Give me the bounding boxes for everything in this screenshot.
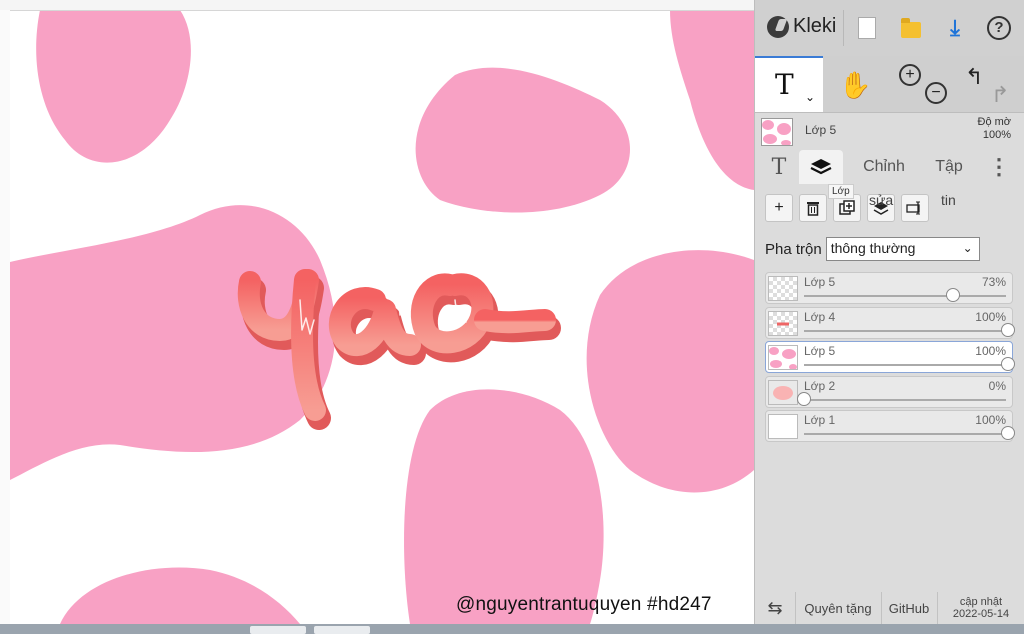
taskbar-item[interactable] (314, 626, 370, 634)
text-tool-button[interactable]: T ⌄ (755, 56, 823, 112)
layer-thumbnail (768, 379, 798, 405)
add-layer-button[interactable]: + (765, 194, 793, 222)
opacity-slider-track[interactable] (804, 433, 1006, 435)
layer-opacity: 100% (975, 413, 1006, 427)
layer-opacity: 100% (975, 309, 1006, 324)
top-toolbar: Kleki ⤓ ? (755, 0, 1024, 57)
opacity-slider-handle[interactable] (1001, 357, 1015, 371)
zoom-in-icon[interactable]: + (899, 64, 921, 86)
opacity-slider-handle[interactable] (797, 391, 811, 406)
kleki-logo[interactable]: Kleki (767, 15, 836, 38)
update-label: cập nhật (959, 596, 1003, 608)
canvas-artwork (10, 10, 754, 624)
layer-thumbnail (768, 414, 798, 439)
help-icon: ? (987, 16, 1011, 40)
opacity-label: Độ mờ (977, 116, 1012, 128)
layer-name: Lớp 2 (804, 378, 836, 393)
download-icon: ⤓ (950, 15, 960, 40)
sidebar-footer: ⇆ Quyên tặng GitHub cập nhật 2022-05-14 (755, 592, 1024, 624)
panel-tabs: T Chỉnh Tập ⋮ (755, 150, 1024, 186)
blend-mode-label: Pha trộn (765, 240, 822, 258)
layer-row[interactable]: Lớp 4 100% (765, 306, 1015, 339)
blend-mode-value: thông thường (830, 240, 916, 256)
new-document-button[interactable] (853, 14, 881, 42)
tab-adjust[interactable]: Chỉnh (857, 150, 911, 184)
current-layer-thumbnail (761, 118, 793, 146)
opacity-slider-handle[interactable] (945, 288, 960, 302)
tab-layers[interactable] (799, 150, 843, 184)
update-date: 2022-05-14 (952, 608, 1010, 620)
layer-name: Lớp 1 (804, 413, 836, 427)
chevron-down-icon[interactable]: ⌄ (805, 90, 815, 104)
opacity-readout: Độ mờ 100% (978, 116, 1012, 142)
opacity-slider-track[interactable] (804, 295, 1006, 297)
undo-icon[interactable]: ↰ (965, 64, 983, 90)
chevron-down-icon: ⌄ (962, 241, 973, 255)
watermark-text: @nguyentrantuquyen #hd247 (456, 594, 712, 615)
merge-label: sửa (869, 192, 894, 208)
swap-icon: ⇆ (767, 597, 783, 618)
plus-icon: + (774, 199, 784, 216)
text-tool-icon: T (775, 68, 794, 101)
swap-side-button[interactable]: ⇆ (755, 592, 796, 624)
redo-icon[interactable]: ↱ (991, 82, 1009, 108)
tab-file[interactable]: Tập (927, 150, 971, 184)
tooltip: Lớp (828, 184, 854, 199)
info-label: tin (941, 192, 956, 208)
drawing-canvas[interactable]: @nguyentrantuquyen #hd247 (0, 0, 754, 634)
tool-row: T ⌄ ✋ + − ↰ ↱ (755, 56, 1024, 113)
layer-thumbnail (768, 345, 798, 370)
layer-name: Lớp 4 (804, 309, 836, 324)
layer-opacity: 73% (981, 275, 1006, 289)
blend-mode-row: Pha trộn thông thường ⌄ (765, 236, 980, 262)
duplicate-icon (839, 200, 855, 215)
opacity-slider-track[interactable] (804, 398, 1006, 401)
opacity-slider-track[interactable] (804, 364, 1006, 366)
more-menu-icon[interactable]: ⋮ (988, 150, 1010, 184)
spots-thumbnail (762, 120, 791, 145)
help-button[interactable]: ? (985, 14, 1013, 42)
blend-mode-select[interactable]: thông thường ⌄ (825, 237, 980, 261)
open-file-button[interactable] (897, 14, 925, 42)
download-button[interactable]: ⤓ (941, 14, 969, 42)
kleki-logo-icon (767, 15, 789, 38)
layer-thumbnail (768, 276, 798, 301)
opacity-slider-track[interactable] (804, 329, 1006, 332)
delete-layer-button[interactable] (799, 194, 827, 222)
canvas-left-border (0, 10, 10, 634)
layer-row[interactable]: Lớp 5 100% (765, 341, 1015, 373)
canvas-top-border (0, 0, 754, 11)
hand-icon[interactable]: ✋ (839, 70, 871, 101)
layer-thumbnail (768, 310, 798, 336)
taskbar-item[interactable] (250, 626, 306, 634)
layer-opacity: 100% (975, 344, 1006, 358)
opacity-slider-handle[interactable] (1001, 322, 1015, 337)
layer-name: Lớp 5 (804, 344, 836, 358)
rename-icon (906, 201, 920, 215)
changelog-link[interactable]: cập nhật 2022-05-14 (937, 592, 1024, 624)
opacity-slider-handle[interactable] (1001, 426, 1015, 440)
zoom-out-icon[interactable]: − (925, 82, 947, 104)
layer-opacity: 0% (988, 378, 1006, 393)
opacity-value: 100% (982, 129, 1011, 141)
new-document-icon (858, 17, 876, 39)
toolbar-divider (843, 10, 844, 46)
layer-row[interactable]: Lớp 1 100% (765, 410, 1015, 442)
layer-name: Lớp 5 (804, 275, 836, 289)
folder-icon (901, 18, 921, 38)
taskbar-strip (0, 624, 1024, 634)
current-layer-info: Lớp 5 Độ mờ 100% (755, 112, 1024, 150)
right-sidebar: Kleki ⤓ ? T ⌄ ✋ + − ↰ ↱ Lớp 5 Độ mờ 100%… (754, 0, 1024, 624)
rename-layer-button[interactable] (901, 194, 929, 222)
tab-text[interactable]: T (765, 150, 793, 184)
layer-row[interactable]: Lớp 2 0% (765, 375, 1013, 408)
layers-icon (810, 159, 832, 175)
donate-link[interactable]: Quyên tặng (795, 592, 882, 624)
layer-row[interactable]: Lớp 5 73% (765, 272, 1013, 304)
app-name: Kleki (793, 15, 837, 37)
trash-icon (807, 202, 819, 216)
current-layer-name: Lớp 5 (805, 123, 837, 137)
github-link[interactable]: GitHub (881, 592, 938, 624)
